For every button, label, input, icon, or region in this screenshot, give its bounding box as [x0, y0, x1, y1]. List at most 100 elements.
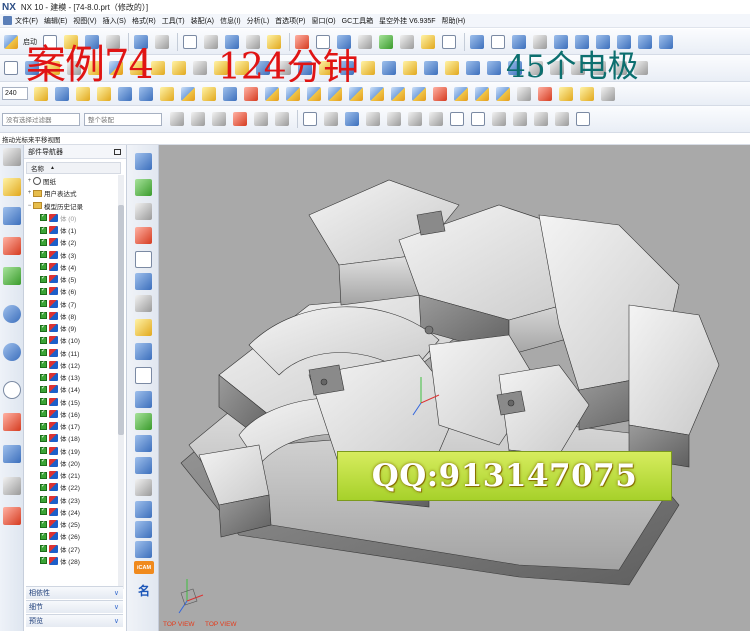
tree-node-body[interactable]: 体 (18) — [26, 432, 118, 444]
background-icon[interactable] — [398, 33, 416, 51]
print-icon[interactable] — [135, 295, 152, 312]
electrode-icon[interactable] — [135, 319, 152, 336]
chevron-down-icon[interactable]: ∨ — [114, 603, 119, 611]
menu-insert[interactable]: 插入(S) — [103, 16, 126, 26]
tree-scrollbar[interactable] — [118, 175, 124, 589]
tree-node-body[interactable]: 体 (8) — [26, 310, 118, 322]
visibility-checkbox[interactable] — [40, 445, 47, 455]
chevron-down-icon[interactable]: ∨ — [114, 617, 119, 625]
cube-view-11-icon[interactable] — [473, 85, 491, 103]
menu-tools[interactable]: 工具(T) — [162, 16, 185, 26]
color-icon[interactable] — [419, 33, 437, 51]
cube-view-12-icon[interactable] — [494, 85, 512, 103]
polyline-icon[interactable] — [427, 110, 445, 128]
section-preview[interactable]: 预览 ∨ — [26, 614, 123, 627]
start-icon[interactable] — [2, 33, 20, 51]
tree-node-body[interactable]: 体 (11) — [26, 347, 118, 359]
center-point-icon[interactable] — [469, 110, 487, 128]
part-navigator-icon[interactable] — [3, 178, 21, 196]
electrode-6-icon[interactable] — [135, 521, 152, 538]
menu-plugin[interactable]: 星空外挂 V6.935F — [379, 16, 435, 26]
visibility-checkbox[interactable] — [40, 274, 47, 283]
visibility-checkbox[interactable] — [40, 323, 47, 332]
tree-node-body[interactable]: 体 (10) — [26, 334, 118, 346]
curve-select-icon[interactable] — [364, 110, 382, 128]
visibility-checkbox[interactable] — [40, 372, 47, 381]
menu-format[interactable]: 格式(R) — [132, 16, 156, 26]
snap-end-icon[interactable] — [252, 110, 270, 128]
tree-node-body[interactable]: 体 (5) — [26, 273, 118, 285]
export-icon[interactable] — [135, 179, 152, 196]
select-all-icon[interactable] — [168, 110, 186, 128]
cube-view-3-icon[interactable] — [305, 85, 323, 103]
cube-view-9-icon[interactable] — [431, 85, 449, 103]
electrode-5-icon[interactable] — [135, 501, 152, 518]
section-details[interactable]: 细节 ∨ — [26, 600, 123, 613]
sync-model-icon[interactable] — [179, 85, 197, 103]
datum-axis-icon[interactable] — [489, 33, 507, 51]
component-icon[interactable] — [135, 273, 152, 290]
quadrant-icon[interactable] — [553, 110, 571, 128]
refresh-icon[interactable] — [135, 541, 152, 558]
tree-node-body[interactable]: 体 (12) — [26, 359, 118, 371]
visibility-checkbox[interactable] — [40, 310, 47, 320]
visibility-checkbox[interactable] — [40, 335, 47, 344]
constraint-navigator-icon[interactable] — [3, 237, 21, 255]
electrode-model-view[interactable] — [159, 145, 750, 631]
line-icon[interactable] — [385, 110, 403, 128]
visibility-checkbox[interactable] — [40, 347, 47, 357]
surface-4-icon[interactable] — [615, 33, 633, 51]
menu-file[interactable]: 文件(F) — [15, 16, 38, 26]
vector-icon[interactable] — [137, 85, 155, 103]
redo-icon[interactable] — [153, 33, 171, 51]
spline-icon[interactable] — [406, 110, 424, 128]
cube-view-10-icon[interactable] — [452, 85, 470, 103]
import-icon[interactable] — [135, 153, 152, 170]
groove-icon[interactable] — [191, 59, 209, 77]
tree-node-body[interactable]: 体 (3) — [26, 249, 118, 261]
tree-node-body[interactable]: 体 (28) — [26, 555, 118, 567]
measure-icon[interactable] — [74, 85, 92, 103]
search-icon[interactable] — [574, 110, 592, 128]
shell-icon[interactable] — [443, 59, 461, 77]
surface-2-icon[interactable] — [573, 33, 591, 51]
blend-icon[interactable] — [401, 59, 419, 77]
sketch-icon[interactable] — [531, 33, 549, 51]
cube-view-15-icon[interactable] — [557, 85, 575, 103]
tree-node-user-expressions[interactable]: + 用户表达式 — [26, 187, 118, 199]
chevron-down-icon[interactable]: ∨ — [114, 589, 119, 597]
visibility-checkbox[interactable] — [40, 494, 47, 504]
tree-node-body[interactable]: 体 (17) — [26, 420, 118, 432]
web-browser-icon[interactable] — [3, 343, 21, 361]
visibility-checkbox[interactable] — [40, 359, 47, 369]
lasso-select-icon[interactable] — [322, 110, 340, 128]
tree-node-body[interactable]: 体 (1) — [26, 224, 118, 236]
assembly-navigator-icon[interactable] — [3, 207, 21, 225]
menu-info[interactable]: 信息(I) — [220, 16, 241, 26]
visibility-checkbox[interactable] — [40, 237, 47, 246]
gear-icon[interactable] — [3, 148, 21, 166]
visibility-checkbox[interactable] — [40, 470, 47, 479]
history-clock-icon[interactable] — [3, 381, 21, 399]
menu-gc-toolkit[interactable]: GC工具箱 — [342, 16, 374, 26]
plane-icon[interactable] — [158, 85, 176, 103]
scrollbar-thumb[interactable] — [118, 205, 124, 435]
tangent-icon[interactable] — [511, 110, 529, 128]
point-icon[interactable] — [116, 85, 134, 103]
delete-icon[interactable] — [181, 33, 199, 51]
offset-face-icon[interactable] — [359, 59, 377, 77]
collapse-minus-icon[interactable]: − — [26, 203, 33, 209]
datum-plane-icon[interactable] — [468, 33, 486, 51]
draft-icon[interactable] — [380, 59, 398, 77]
circle-icon[interactable] — [448, 110, 466, 128]
cube-view-4-icon[interactable] — [326, 85, 344, 103]
tree-node-body[interactable]: 体 (6) — [26, 285, 118, 297]
book-icon[interactable] — [135, 203, 152, 220]
tree-node-body[interactable]: 体 (26) — [26, 530, 118, 542]
tree-node-drawings[interactable]: + 图纸 — [26, 175, 118, 187]
chamfer-icon[interactable] — [422, 59, 440, 77]
reuse-library-icon[interactable] — [3, 267, 21, 285]
info-icon[interactable] — [3, 305, 21, 323]
cube-view-13-icon[interactable] — [515, 85, 533, 103]
tools-icon[interactable] — [578, 85, 596, 103]
